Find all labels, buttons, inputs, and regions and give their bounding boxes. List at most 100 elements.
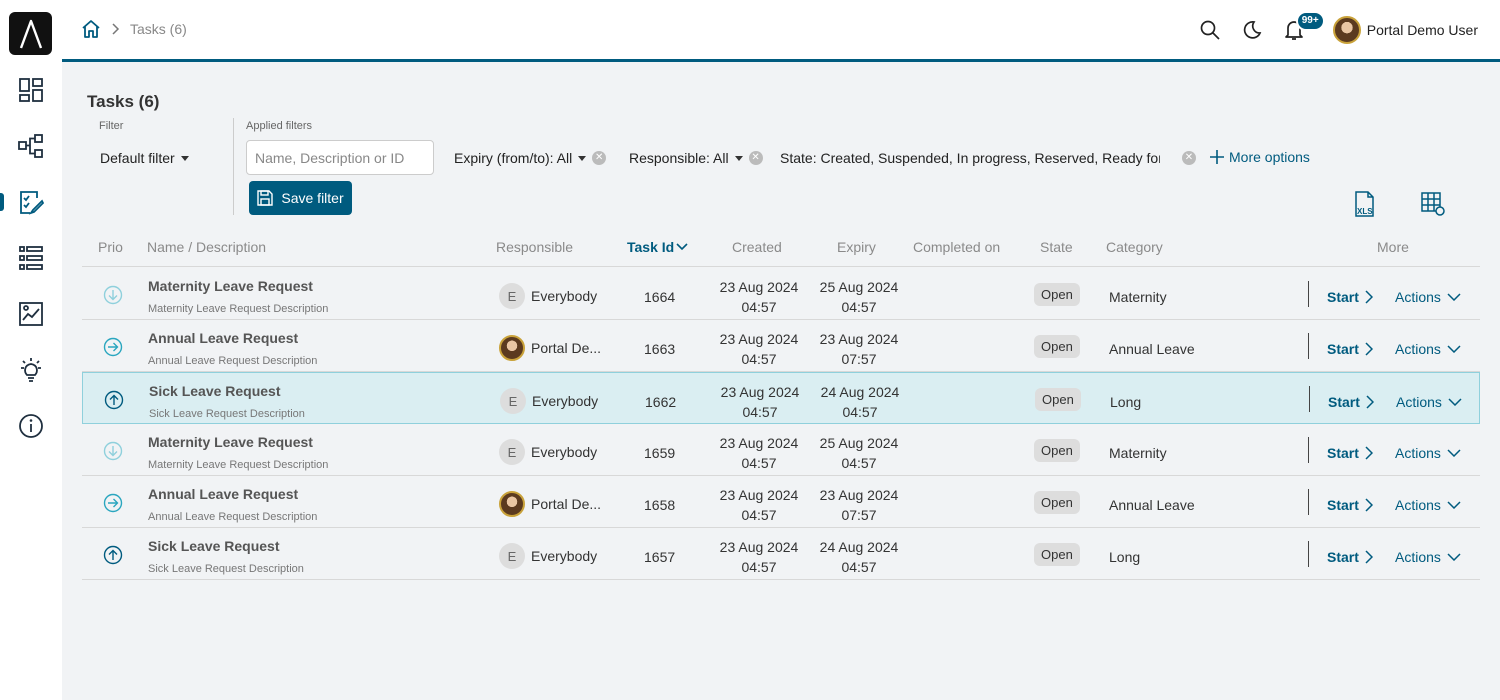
rail-reports[interactable] bbox=[0, 292, 62, 336]
expiry-date: 23 Aug 2024 bbox=[819, 331, 899, 347]
column-settings-button[interactable] bbox=[1418, 189, 1448, 219]
default-filter-select[interactable]: Default filter bbox=[100, 150, 189, 166]
task-responsible: Portal De... bbox=[499, 491, 601, 517]
start-button[interactable]: Start bbox=[1327, 549, 1373, 565]
actions-dropdown[interactable]: Actions bbox=[1396, 394, 1462, 410]
task-name[interactable]: Sick Leave Request bbox=[149, 383, 281, 399]
responsible-name: Everybody bbox=[531, 288, 598, 304]
task-description: Sick Leave Request Description bbox=[148, 563, 304, 575]
table-row[interactable]: Sick Leave Request Sick Leave Request Des… bbox=[82, 372, 1480, 424]
home-icon[interactable] bbox=[80, 18, 102, 40]
breadcrumb-current: Tasks (6) bbox=[130, 21, 187, 37]
priority-high-icon bbox=[104, 390, 124, 410]
notifications-button[interactable]: 99+ bbox=[1273, 9, 1325, 51]
task-name[interactable]: Sick Leave Request bbox=[148, 538, 280, 554]
search-button[interactable] bbox=[1189, 9, 1231, 51]
expiry-time: 04:57 bbox=[841, 455, 877, 471]
start-button[interactable]: Start bbox=[1327, 445, 1373, 461]
save-filter-label: Save filter bbox=[281, 190, 344, 206]
table-row[interactable]: Annual Leave Request Annual Leave Request… bbox=[82, 320, 1480, 372]
responsible-filter-chip[interactable]: Responsible: All ✕ bbox=[629, 150, 763, 166]
table-row[interactable]: Annual Leave Request Annual Leave Request… bbox=[82, 476, 1480, 528]
col-task-id[interactable]: Task Id bbox=[627, 239, 688, 255]
start-button[interactable]: Start bbox=[1327, 341, 1373, 357]
save-filter-button[interactable]: Save filter bbox=[249, 181, 352, 215]
rail-processes[interactable] bbox=[0, 124, 62, 168]
app-logo[interactable] bbox=[9, 12, 52, 55]
dashboard-icon bbox=[19, 78, 43, 102]
expiry-filter-chip[interactable]: Expiry (from/to): All ✕ bbox=[454, 150, 607, 166]
theme-toggle[interactable] bbox=[1231, 9, 1273, 51]
actions-label: Actions bbox=[1395, 289, 1441, 305]
col-name[interactable]: Name / Description bbox=[147, 239, 266, 255]
created-time: 04:57 bbox=[742, 404, 778, 420]
responsible-name: Portal De... bbox=[531, 340, 602, 356]
divider bbox=[1309, 386, 1310, 412]
table-header: Prio Name / Description Responsible Task… bbox=[82, 230, 1480, 267]
expiry-datetime: 23 Aug 2024 07:57 bbox=[814, 485, 904, 525]
col-created[interactable]: Created bbox=[732, 239, 782, 255]
clear-responsible-icon[interactable]: ✕ bbox=[748, 151, 763, 165]
table-row[interactable]: Maternity Leave Request Maternity Leave R… bbox=[82, 268, 1480, 320]
actions-dropdown[interactable]: Actions bbox=[1395, 445, 1461, 461]
actions-dropdown[interactable]: Actions bbox=[1395, 549, 1461, 565]
expiry-time: 04:57 bbox=[841, 559, 877, 575]
top-bar: Tasks (6) 99+ Portal Demo User bbox=[62, 0, 1500, 62]
svg-text:XLS: XLS bbox=[1357, 207, 1373, 216]
created-time: 04:57 bbox=[741, 507, 777, 523]
expiry-filter-label: Expiry (from/to): All bbox=[454, 150, 573, 166]
status-badge: Open bbox=[1034, 283, 1080, 306]
start-button[interactable]: Start bbox=[1327, 497, 1373, 513]
divider bbox=[1308, 333, 1309, 359]
task-name[interactable]: Annual Leave Request bbox=[148, 486, 298, 502]
actions-dropdown[interactable]: Actions bbox=[1395, 289, 1461, 305]
actions-dropdown[interactable]: Actions bbox=[1395, 497, 1461, 513]
table-row[interactable]: Sick Leave Request Sick Leave Request Des… bbox=[82, 528, 1480, 580]
more-options-button[interactable]: More options bbox=[1210, 149, 1310, 165]
col-completed[interactable]: Completed on bbox=[913, 239, 1000, 255]
task-name[interactable]: Annual Leave Request bbox=[148, 330, 298, 346]
state-filter-chip[interactable]: State: Created, Suspended, In progress, … bbox=[780, 150, 1196, 166]
start-label: Start bbox=[1327, 341, 1359, 357]
rail-tasks[interactable] bbox=[0, 180, 62, 224]
actions-dropdown[interactable]: Actions bbox=[1395, 341, 1461, 357]
rail-ideas[interactable] bbox=[0, 348, 62, 392]
created-time: 04:57 bbox=[741, 455, 777, 471]
task-id: 1662 bbox=[645, 394, 677, 410]
start-button[interactable]: Start bbox=[1328, 394, 1374, 410]
col-expiry[interactable]: Expiry bbox=[837, 239, 876, 255]
rail-info[interactable] bbox=[0, 404, 62, 448]
created-date: 23 Aug 2024 bbox=[719, 331, 799, 347]
expiry-date: 24 Aug 2024 bbox=[820, 384, 900, 400]
task-description: Maternity Leave Request Description bbox=[148, 459, 329, 471]
priority-normal-icon bbox=[103, 337, 123, 357]
divider bbox=[1308, 489, 1309, 515]
export-xls-button[interactable]: XLS bbox=[1350, 189, 1380, 219]
expiry-datetime: 25 Aug 2024 04:57 bbox=[814, 433, 904, 473]
table-row[interactable]: Maternity Leave Request Maternity Leave R… bbox=[82, 424, 1480, 476]
reports-icon bbox=[19, 302, 43, 326]
responsible-group-avatar: E bbox=[499, 439, 525, 465]
task-id: 1664 bbox=[644, 289, 676, 305]
rail-list[interactable] bbox=[0, 236, 62, 280]
chevron-down-icon bbox=[1447, 345, 1461, 353]
col-responsible[interactable]: Responsible bbox=[496, 239, 573, 255]
clear-expiry-icon[interactable]: ✕ bbox=[592, 151, 607, 165]
col-category[interactable]: Category bbox=[1106, 239, 1163, 255]
status-badge: Open bbox=[1034, 543, 1080, 566]
start-button[interactable]: Start bbox=[1327, 289, 1373, 305]
responsible-name: Everybody bbox=[531, 444, 598, 460]
clear-state-icon[interactable]: ✕ bbox=[1182, 151, 1196, 165]
col-prio[interactable]: Prio bbox=[98, 239, 123, 255]
task-description: Maternity Leave Request Description bbox=[148, 303, 329, 315]
search-input[interactable] bbox=[246, 140, 434, 175]
task-name[interactable]: Maternity Leave Request bbox=[148, 278, 313, 294]
task-description: Annual Leave Request Description bbox=[148, 355, 318, 367]
created-datetime: 23 Aug 2024 04:57 bbox=[714, 433, 804, 473]
user-menu[interactable]: Portal Demo User bbox=[1332, 15, 1478, 44]
created-datetime: 23 Aug 2024 04:57 bbox=[714, 277, 804, 317]
responsible-group-avatar: E bbox=[500, 388, 526, 414]
col-state[interactable]: State bbox=[1040, 239, 1073, 255]
rail-dashboard[interactable] bbox=[0, 68, 62, 112]
task-name[interactable]: Maternity Leave Request bbox=[148, 434, 313, 450]
